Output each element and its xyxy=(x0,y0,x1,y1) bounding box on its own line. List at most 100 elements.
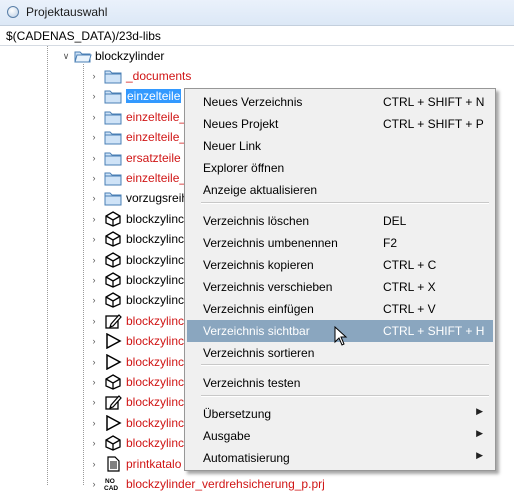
folder-open-icon xyxy=(74,51,92,63)
expand-chevron-icon[interactable]: › xyxy=(90,90,98,102)
expand-chevron-icon[interactable]: › xyxy=(90,254,98,266)
svg-text:NO: NO xyxy=(105,478,115,485)
expand-chevron-icon[interactable]: › xyxy=(90,437,98,449)
menu-item-label: Neues Projekt xyxy=(203,117,279,131)
expand-chevron-icon[interactable]: › xyxy=(90,233,98,245)
menu-item-label: Verzeichnis einfügen xyxy=(203,302,314,316)
edit-icon xyxy=(105,395,122,411)
cube-icon xyxy=(105,435,121,451)
folder-icon xyxy=(104,192,122,206)
folder-icon xyxy=(104,152,122,166)
expand-chevron-icon[interactable]: › xyxy=(90,192,98,204)
menu-item-shortcut: F2 xyxy=(383,236,398,250)
cube-icon xyxy=(105,374,121,390)
menu-item-label: Verzeichnis löschen xyxy=(203,214,310,228)
document-icon xyxy=(107,455,120,472)
folder-icon xyxy=(104,70,122,84)
menu-item-label: Ausgabe xyxy=(203,429,251,443)
menu-item[interactable]: Verzeichnis testen xyxy=(187,372,493,394)
expand-chevron-icon[interactable]: › xyxy=(90,131,98,143)
context-menu: Neues Verzeichnis CTRL + SHIFT + N Neues P… xyxy=(184,88,496,471)
tree-label: einzelteile_ xyxy=(126,109,187,124)
menu-item-label: Verzeichnis sortieren xyxy=(203,346,315,360)
tree-label: blockzylinc xyxy=(126,252,185,267)
tree-label: blockzylinder_verdrehsicherung_p.prj xyxy=(126,477,325,491)
menu-separator xyxy=(201,364,489,366)
expand-chevron-icon[interactable]: › xyxy=(90,274,98,286)
tree-label: ersatzteile xyxy=(126,150,181,165)
expand-chevron-icon[interactable]: › xyxy=(90,376,98,388)
tree-label: blockzylinc xyxy=(126,354,185,369)
tree-item[interactable]: › _documents xyxy=(0,66,514,86)
tree-label: blockzylinc xyxy=(126,436,185,451)
menu-item-label: Automatisierung xyxy=(203,451,290,465)
tree-label: einzelteile_ xyxy=(126,171,187,185)
menu-item[interactable]: Anzeige aktualisieren xyxy=(187,179,493,201)
triangle-icon xyxy=(106,414,122,431)
svg-text:CAD: CAD xyxy=(104,485,118,492)
menu-item-label: Verzeichnis kopieren xyxy=(203,258,314,272)
collapse-chevron-icon[interactable]: ∨ xyxy=(62,50,70,62)
cube-icon xyxy=(105,292,121,309)
expand-chevron-icon[interactable]: › xyxy=(90,315,98,327)
expand-chevron-icon[interactable]: › xyxy=(90,335,98,347)
cube-icon xyxy=(105,211,121,227)
menu-item-label: Verzeichnis testen xyxy=(203,376,301,390)
menu-item-label: Neues Verzeichnis xyxy=(203,95,303,109)
menu-item-shortcut: CTRL + V xyxy=(383,302,436,316)
tree-label: einzelteile_ xyxy=(126,130,187,145)
edit-icon xyxy=(105,313,122,329)
no-cad-icon: NOCAD xyxy=(104,478,118,492)
expand-chevron-icon[interactable]: › xyxy=(90,294,98,306)
expand-chevron-icon[interactable]: › xyxy=(90,152,98,164)
menu-item[interactable]: Neues Verzeichnis CTRL + SHIFT + N xyxy=(187,91,493,113)
expand-chevron-icon[interactable]: › xyxy=(90,417,98,429)
menu-item[interactable]: Verzeichnis löschen DEL xyxy=(187,210,493,232)
menu-item[interactable]: Explorer öffnen xyxy=(187,157,493,179)
menu-item[interactable]: Verzeichnis einfügen CTRL + V xyxy=(187,298,493,320)
expand-chevron-icon[interactable]: › xyxy=(90,213,98,225)
cube-icon xyxy=(105,251,121,268)
expand-chevron-icon[interactable]: › xyxy=(90,356,98,368)
tree-label: blockzylinc xyxy=(126,395,185,410)
menu-separator xyxy=(201,395,489,397)
menu-item-shortcut: CTRL + X xyxy=(383,280,436,294)
menu-item[interactable]: Verzeichnis umbenennen F2 xyxy=(187,232,493,254)
submenu-arrow-icon: ▶ xyxy=(476,428,483,438)
tree-label: blockzylinc xyxy=(126,375,185,389)
tree-node-blockzylinder[interactable]: ∨ blockzylinder xyxy=(0,46,514,66)
window-title: Projektauswahl xyxy=(26,5,108,19)
expand-chevron-icon[interactable]: › xyxy=(90,396,98,408)
folder-icon xyxy=(104,131,122,145)
folder-icon xyxy=(104,111,122,125)
expand-chevron-icon[interactable]: › xyxy=(90,478,98,490)
expand-chevron-icon[interactable]: › xyxy=(90,172,98,184)
expand-chevron-icon[interactable]: › xyxy=(90,70,98,82)
menu-item-shortcut: DEL xyxy=(383,214,407,228)
path-bar[interactable]: $(CADENAS_DATA)/23d-libs xyxy=(0,26,514,46)
menu-item-label: Anzeige aktualisieren xyxy=(203,183,318,197)
folder-icon xyxy=(104,90,122,104)
folder-icon xyxy=(104,172,122,186)
submenu-arrow-icon: ▶ xyxy=(476,406,483,416)
menu-item-shortcut: CTRL + SHIFT + N xyxy=(383,95,485,109)
menu-item[interactable]: Neuer Link xyxy=(187,135,493,157)
menu-item[interactable]: Neues Projekt CTRL + SHIFT + P xyxy=(187,113,493,135)
menu-item[interactable]: Ausgabe ▶ xyxy=(187,425,493,447)
tree-item[interactable]: › NO CAD blockzylinder_verdrehsicherung_p.p… xyxy=(0,474,514,494)
cube-icon xyxy=(105,272,121,288)
tree-label: blockzylinder xyxy=(95,49,165,63)
tree-label: einzelteile xyxy=(126,89,182,104)
tree-label: blockzylinc xyxy=(126,313,185,328)
app-icon xyxy=(7,6,19,18)
tree-label: blockzylinc xyxy=(126,232,185,247)
menu-item[interactable]: Übersetzung ▶ xyxy=(187,403,493,425)
tree-label: printkatalo xyxy=(126,456,182,471)
menu-item[interactable]: Verzeichnis kopieren CTRL + C xyxy=(187,254,493,276)
menu-item[interactable]: Automatisierung ▶ xyxy=(187,447,493,469)
menu-item[interactable]: Verzeichnis verschieben CTRL + X xyxy=(187,276,493,298)
expand-chevron-icon[interactable]: › xyxy=(90,111,98,123)
triangle-icon xyxy=(106,353,122,370)
menu-item-label: Explorer öffnen xyxy=(203,161,285,175)
expand-chevron-icon[interactable]: › xyxy=(90,458,98,470)
